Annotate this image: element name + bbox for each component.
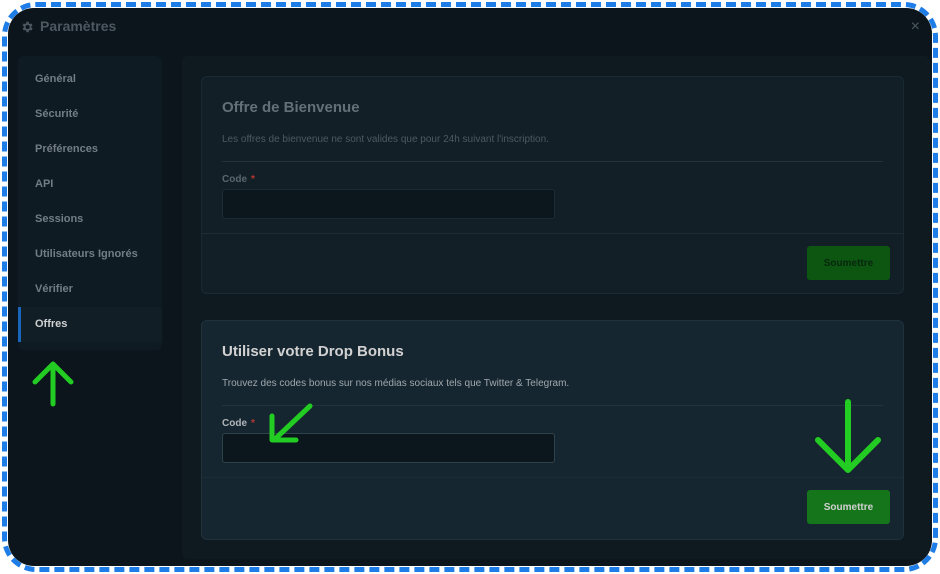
settings-sidebar: Général Sécurité Préférences API Session… (18, 56, 162, 350)
settings-content: Offre de Bienvenue Les offres de bienven… (182, 56, 930, 559)
close-icon[interactable]: × (911, 19, 920, 35)
welcome-submit-button[interactable]: Soumettre (807, 246, 890, 280)
welcome-offer-card: Offre de Bienvenue Les offres de bienven… (201, 76, 904, 294)
divider (222, 405, 883, 406)
drop-bonus-description: Trouvez des codes bonus sur nos médias s… (222, 378, 570, 389)
required-mark: * (251, 174, 255, 185)
sidebar-item-sessions[interactable]: Sessions (18, 202, 162, 237)
sidebar-item-offers[interactable]: Offres (18, 307, 162, 342)
sidebar-item-general[interactable]: Général (18, 62, 162, 97)
divider (202, 477, 903, 478)
welcome-offer-description: Les offres de bienvenue ne sont valides … (222, 134, 549, 145)
settings-modal: Paramètres × Général Sécurité Préférence… (8, 8, 932, 566)
sidebar-item-security[interactable]: Sécurité (18, 97, 162, 132)
welcome-code-label: Code * (222, 174, 255, 185)
modal-title: Paramètres (40, 18, 117, 34)
divider (202, 233, 903, 234)
modal-header: Paramètres × (8, 8, 932, 50)
required-mark: * (251, 418, 255, 429)
drop-bonus-card: Utiliser votre Drop Bonus Trouvez des co… (201, 320, 904, 540)
gear-icon (22, 21, 33, 33)
divider (222, 161, 883, 162)
welcome-code-label-text: Code (222, 174, 247, 185)
sidebar-item-api[interactable]: API (18, 167, 162, 202)
welcome-offer-title: Offre de Bienvenue (222, 99, 360, 116)
drop-code-label-text: Code (222, 418, 247, 429)
drop-bonus-title: Utiliser votre Drop Bonus (222, 343, 404, 360)
sidebar-item-ignored-users[interactable]: Utilisateurs Ignorés (18, 237, 162, 272)
sidebar-item-preferences[interactable]: Préférences (18, 132, 162, 167)
drop-submit-button[interactable]: Soumettre (807, 490, 890, 524)
drop-code-label: Code * (222, 418, 255, 429)
sidebar-item-verify[interactable]: Vérifier (18, 272, 162, 307)
welcome-code-input[interactable] (222, 189, 555, 219)
drop-code-input[interactable] (222, 433, 555, 463)
